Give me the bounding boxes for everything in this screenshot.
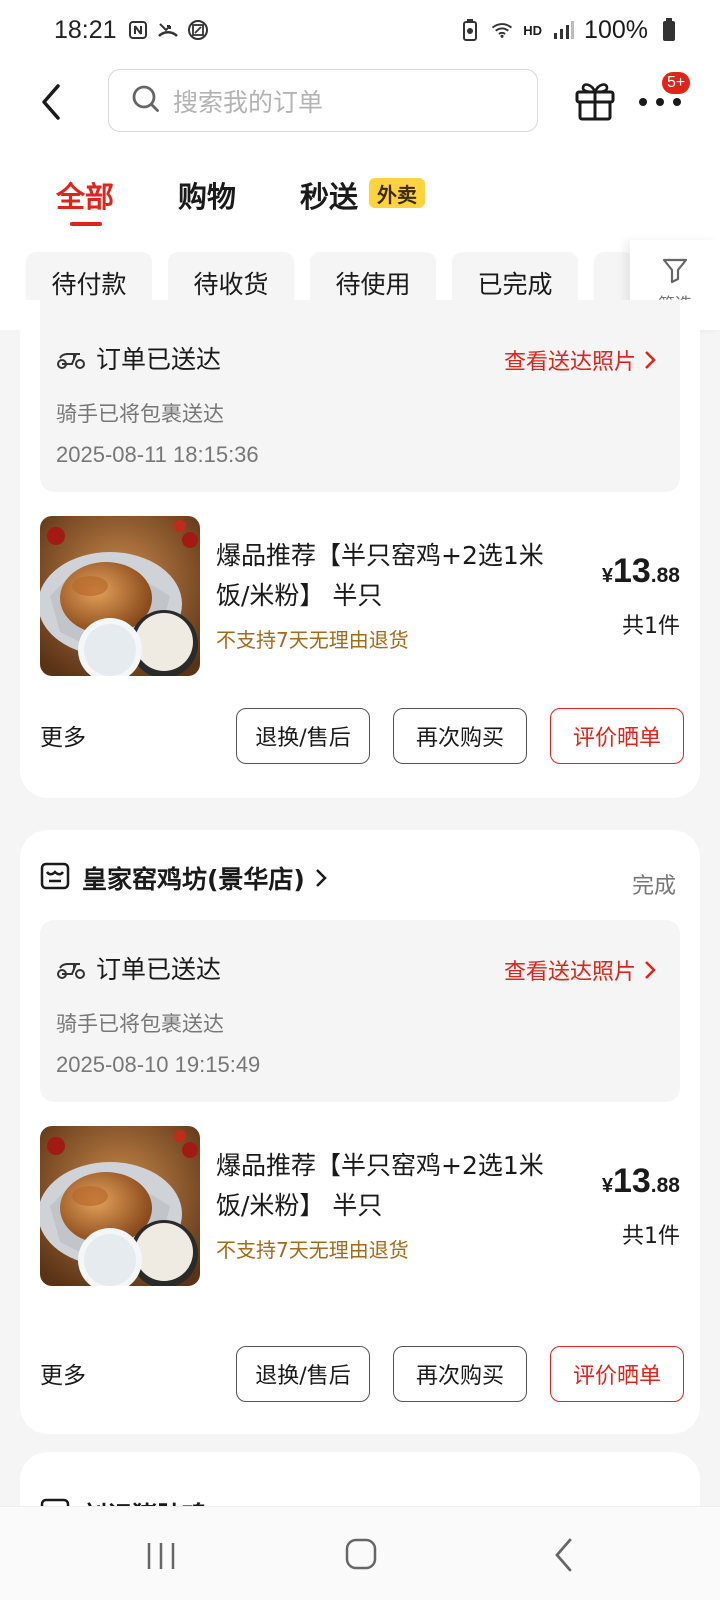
battery-icon [658, 18, 680, 41]
view-photo-label: 查看送达照片 [503, 350, 636, 375]
home-icon[interactable] [344, 1537, 378, 1575]
chevron-right-icon [645, 961, 656, 979]
top-bar: 搜索我的订单 5+ [0, 60, 720, 144]
product-price: ¥ 13 .88 [602, 1162, 680, 1201]
funnel-icon [661, 256, 689, 288]
product-image[interactable] [40, 516, 200, 676]
search-input[interactable]: 搜索我的订单 [108, 69, 538, 132]
order-card: 订单已送达 查看送达照片 骑手已将包裹送达 2025-08-11 18:15:3… [20, 300, 700, 798]
price-integer: 13 [612, 1162, 651, 1200]
gift-icon[interactable] [574, 78, 616, 122]
recent-apps-icon[interactable] [145, 1541, 177, 1575]
missed-call-icon [157, 19, 179, 41]
search-icon [131, 84, 161, 118]
price-integer: 13 [612, 552, 651, 590]
status-left-icons [127, 19, 209, 41]
delivery-subtitle: 骑手已将包裹送达 [56, 1012, 224, 1036]
product-image[interactable] [40, 1126, 200, 1286]
system-nav-bar [0, 1506, 720, 1600]
review-button[interactable]: 评价晒单 [550, 1346, 684, 1402]
more-menu-icon[interactable] [638, 94, 682, 108]
tab-active-indicator [70, 222, 102, 226]
view-delivery-photo-link[interactable]: 查看送达照片 [504, 954, 656, 986]
scooter-icon [56, 954, 86, 984]
delivery-title: 订单已送达 [96, 955, 222, 984]
delivery-title: 订单已送达 [96, 345, 222, 374]
more-link[interactable]: 更多 [40, 1356, 86, 1390]
delivery-time: 2025-08-10 19:15:49 [56, 1052, 261, 1077]
nfc-icon [127, 19, 149, 41]
product-title: 爆品推荐【半只窑鸡+2选1米饭/米粉】 半只 [216, 541, 544, 610]
hd-label: HD [523, 22, 543, 38]
tab-all[interactable]: 全部 [56, 174, 114, 216]
delivery-status-box: 订单已送达 查看送达照片 骑手已将包裹送达 2025-08-11 18:15:3… [40, 300, 680, 492]
chevron-right-icon [645, 351, 656, 369]
price-currency: ¥ [601, 1175, 613, 1197]
back-arrow-icon[interactable] [34, 78, 70, 126]
product-quantity: 共1件 [622, 1224, 680, 1249]
delivery-status-box: 订单已送达 查看送达照片 骑手已将包裹送达 2025-08-10 19:15:4… [40, 920, 680, 1102]
message-badge: 5+ [660, 70, 693, 96]
battery-percent: 100% [584, 15, 648, 44]
back-nav-icon[interactable] [552, 1537, 576, 1577]
buy-again-button[interactable]: 再次购买 [393, 708, 527, 764]
status-bar: 18:21 HD 100% [0, 0, 720, 60]
no-return-note: 不支持7天无理由退货 [216, 628, 409, 652]
price-currency: ¥ [601, 565, 613, 587]
wifi-icon [491, 19, 513, 41]
tab-shopping[interactable]: 购物 [178, 174, 236, 216]
shop-header[interactable]: 皇家窑鸡坊(景华店) [40, 858, 327, 898]
order-tabs: 全部 购物 秒送 外卖 [0, 144, 720, 240]
delivery-subtitle: 骑手已将包裹送达 [56, 402, 224, 426]
chevron-right-icon [315, 869, 327, 887]
product-price: ¥ 13 .88 [602, 552, 680, 591]
search-placeholder: 搜索我的订单 [173, 87, 324, 117]
more-link[interactable]: 更多 [40, 718, 86, 752]
product-row[interactable]: 爆品推荐【半只窑鸡+2选1米饭/米粉】 半只 不支持7天无理由退货 ¥ 13 .… [40, 516, 680, 676]
order-status: 完成 [631, 874, 676, 899]
price-decimal: .88 [650, 564, 680, 587]
store-icon [40, 861, 70, 895]
order-actions: 更多 退换/售后 再次购买 评价晒单 [40, 708, 684, 764]
signal-icon [552, 19, 575, 41]
delivery-time: 2025-08-11 18:15:36 [56, 442, 259, 467]
status-time: 18:21 [54, 15, 117, 44]
no-return-note: 不支持7天无理由退货 [216, 1238, 409, 1262]
status-right: HD 100% [459, 16, 680, 45]
buy-again-button[interactable]: 再次购买 [393, 1346, 527, 1402]
product-row[interactable]: 爆品推荐【半只窑鸡+2选1米饭/米粉】 半只 不支持7天无理由退货 ¥ 13 .… [40, 1126, 680, 1286]
takeout-tag: 外卖 [369, 178, 425, 208]
product-quantity: 共1件 [622, 614, 680, 639]
order-card: 皇家窑鸡坊(景华店) 完成 订单已送达 查看送达照片 骑手已将包裹送达 2025… [20, 830, 700, 1434]
order-actions: 更多 退换/售后 再次购买 评价晒单 [40, 1346, 684, 1402]
screenshot-icon [187, 19, 209, 41]
battery-saver-icon [459, 19, 481, 41]
return-aftersale-button[interactable]: 退换/售后 [236, 1346, 370, 1402]
product-title: 爆品推荐【半只窑鸡+2选1米饭/米粉】 半只 [216, 1151, 544, 1220]
shop-name: 皇家窑鸡坊(景华店) [82, 865, 305, 894]
return-aftersale-button[interactable]: 退换/售后 [236, 708, 370, 764]
review-button[interactable]: 评价晒单 [550, 708, 684, 764]
price-decimal: .88 [650, 1174, 680, 1197]
tab-instant-delivery[interactable]: 秒送 [300, 174, 358, 216]
view-delivery-photo-link[interactable]: 查看送达照片 [504, 344, 656, 376]
view-photo-label: 查看送达照片 [503, 960, 636, 985]
scooter-icon [56, 344, 86, 374]
